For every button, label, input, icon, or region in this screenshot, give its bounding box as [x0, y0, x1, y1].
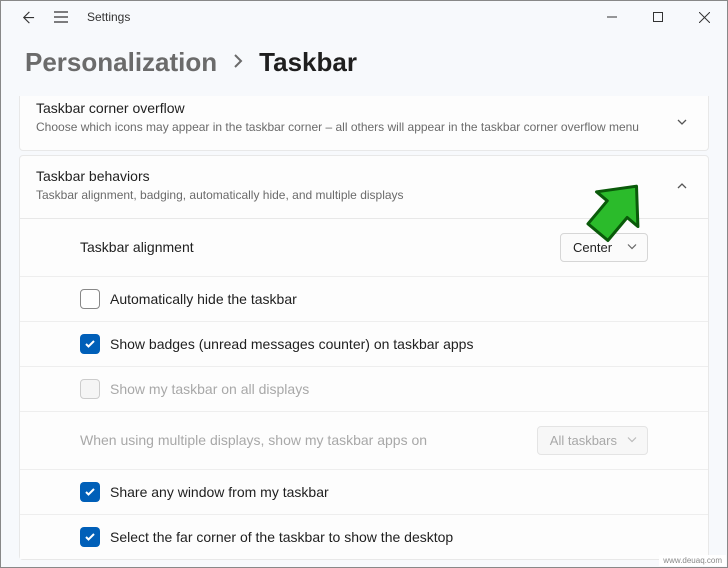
chevron-down-icon	[627, 240, 637, 255]
all-displays-row: Show my taskbar on all displays	[20, 366, 708, 411]
titlebar: Settings	[1, 1, 727, 33]
chevron-right-icon	[233, 51, 243, 74]
row-label: Automatically hide the taskbar	[110, 291, 688, 307]
chevron-down-icon	[627, 433, 637, 448]
autohide-row[interactable]: Automatically hide the taskbar	[20, 276, 708, 321]
checkbox-disabled	[80, 379, 100, 399]
badges-row[interactable]: Show badges (unread messages counter) on…	[20, 321, 708, 366]
chevron-up-icon[interactable]	[676, 180, 688, 192]
breadcrumb: Personalization Taskbar	[1, 33, 727, 96]
panel-title: Taskbar corner overflow	[36, 100, 639, 116]
row-label: Show my taskbar on all displays	[110, 381, 688, 397]
checkbox-checked[interactable]	[80, 334, 100, 354]
overflow-panel[interactable]: Taskbar corner overflow Choose which ico…	[19, 96, 709, 151]
row-label: Show badges (unread messages counter) on…	[110, 336, 688, 352]
far-corner-row[interactable]: Select the far corner of the taskbar to …	[20, 514, 708, 559]
select-value: All taskbars	[550, 433, 617, 448]
row-label: Share any window from my taskbar	[110, 484, 688, 500]
row-label: Select the far corner of the taskbar to …	[110, 529, 688, 545]
alignment-row: Taskbar alignment Center	[20, 218, 708, 276]
breadcrumb-current: Taskbar	[259, 47, 357, 78]
behaviors-panel: Taskbar behaviors Taskbar alignment, bad…	[19, 155, 709, 560]
checkbox-unchecked[interactable]	[80, 289, 100, 309]
menu-icon[interactable]	[53, 9, 69, 25]
row-label: When using multiple displays, show my ta…	[80, 432, 537, 448]
panel-subtitle: Choose which icons may appear in the tas…	[36, 119, 639, 136]
close-button[interactable]	[681, 1, 727, 33]
back-icon[interactable]	[19, 9, 35, 25]
watermark: www.deuaq.com	[659, 555, 726, 566]
select-value: Center	[573, 240, 612, 255]
checkbox-checked[interactable]	[80, 527, 100, 547]
breadcrumb-parent[interactable]: Personalization	[25, 47, 217, 78]
panel-title: Taskbar behaviors	[36, 168, 404, 184]
minimize-button[interactable]	[589, 1, 635, 33]
chevron-down-icon[interactable]	[676, 116, 688, 128]
share-window-row[interactable]: Share any window from my taskbar	[20, 469, 708, 514]
row-label: Taskbar alignment	[80, 239, 560, 255]
checkbox-checked[interactable]	[80, 482, 100, 502]
maximize-button[interactable]	[635, 1, 681, 33]
multi-display-select: All taskbars	[537, 426, 648, 455]
panel-subtitle: Taskbar alignment, badging, automaticall…	[36, 187, 404, 204]
window-title: Settings	[87, 10, 130, 24]
multi-display-row: When using multiple displays, show my ta…	[20, 411, 708, 469]
alignment-select[interactable]: Center	[560, 233, 648, 262]
behaviors-panel-header[interactable]: Taskbar behaviors Taskbar alignment, bad…	[20, 156, 708, 218]
